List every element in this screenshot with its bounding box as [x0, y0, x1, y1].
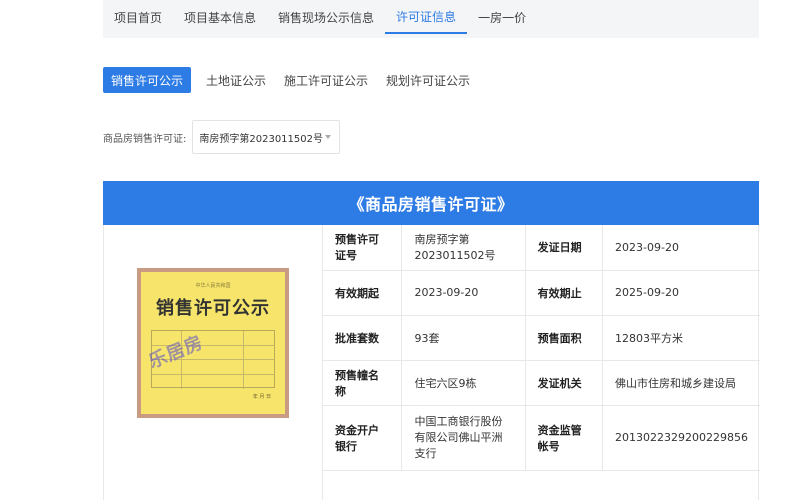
tab-license-info[interactable]: 许可证信息	[385, 0, 468, 34]
field-value: 12803平方米	[602, 315, 760, 361]
license-select-label: 商品房销售许可证:	[103, 133, 187, 145]
license-info-table: 预售许可证号 南房预字第2023011502号 发证日期 2023-09-20 …	[323, 225, 760, 471]
field-value: 2023-09-20	[401, 270, 526, 316]
license-card: 中华人民共和国 销售许可公示 乐居房 年 月 日 预售许可证号 南房预字第202…	[103, 225, 760, 500]
field-label: 资金监管帐号	[525, 405, 604, 471]
license-select[interactable]: 南房预字第2023011502号	[192, 120, 341, 154]
field-value: 2013022329200229856	[602, 405, 760, 471]
table-row: 资金开户银行 中国工商银行股份有限公司佛山平洲支行 资金监管帐号 2013022…	[323, 405, 760, 471]
subtab-planning-permit[interactable]: 规划许可证公示	[377, 67, 479, 93]
section-banner: 《商品房销售许可证》	[103, 181, 759, 225]
field-label: 发证机关	[525, 360, 604, 406]
field-label: 预售许可证号	[323, 225, 403, 271]
field-label: 预售幢名称	[323, 360, 403, 406]
subtab-construction-permit[interactable]: 施工许可证公示	[275, 67, 377, 93]
field-label: 发证日期	[525, 225, 604, 271]
certificate-image[interactable]: 中华人民共和国 销售许可公示 乐居房 年 月 日	[137, 268, 289, 418]
certificate-image-cell: 中华人民共和国 销售许可公示 乐居房 年 月 日	[104, 225, 323, 500]
table-row: 有效期起 2023-09-20 有效期止 2025-09-20	[323, 270, 760, 316]
field-label: 有效期止	[525, 270, 604, 316]
table-row: 预售许可证号 南房预字第2023011502号 发证日期 2023-09-20	[323, 225, 760, 271]
tab-project-basic-info[interactable]: 项目基本信息	[173, 0, 267, 34]
top-nav: 项目首页 项目基本信息 销售现场公示信息 许可证信息 一房一价	[103, 0, 759, 38]
field-value: 2025-09-20	[602, 270, 760, 316]
license-subtabs: 销售许可公示 土地证公示 施工许可证公示 规划许可证公示	[103, 67, 479, 93]
field-label: 批准套数	[323, 315, 403, 361]
bank-name: 中国工商银行股份有限公司佛山平洲支行	[414, 414, 503, 460]
field-value: 佛山市住房和城乡建设局	[602, 360, 760, 406]
field-value: 中国工商银行股份有限公司佛山平洲支行	[401, 405, 526, 471]
field-value: 住宅六区9栋	[401, 360, 526, 406]
subtab-sales-license[interactable]: 销售许可公示	[103, 67, 192, 93]
chevron-down-icon	[325, 135, 332, 139]
tab-project-home[interactable]: 项目首页	[103, 0, 173, 34]
certificate-footer: 年 月 日	[252, 394, 271, 400]
table-row: 预售幢名称 住宅六区9栋 发证机关 佛山市住房和城乡建设局	[323, 360, 760, 406]
field-label: 有效期起	[323, 270, 403, 316]
field-label: 预售面积	[525, 315, 604, 361]
tab-sales-site-info[interactable]: 销售现场公示信息	[267, 0, 385, 34]
certificate-title: 销售许可公示	[156, 298, 270, 319]
table-row: 批准套数 93套 预售面积 12803平方米	[323, 315, 760, 361]
field-value: 南房预字第2023011502号	[401, 225, 526, 271]
section-title: 《商品房销售许可证》	[348, 195, 514, 214]
field-value: 93套	[401, 315, 526, 361]
certificate-header: 中华人民共和国	[195, 283, 231, 289]
field-label: 资金开户银行	[323, 405, 403, 471]
field-value: 2023-09-20	[602, 225, 760, 271]
subtab-land-certificate[interactable]: 土地证公示	[197, 67, 275, 93]
tab-one-house-one-price[interactable]: 一房一价	[467, 0, 537, 34]
license-filter: 商品房销售许可证: 南房预字第2023011502号	[103, 120, 341, 154]
license-select-value: 南房预字第2023011502号	[199, 133, 323, 145]
